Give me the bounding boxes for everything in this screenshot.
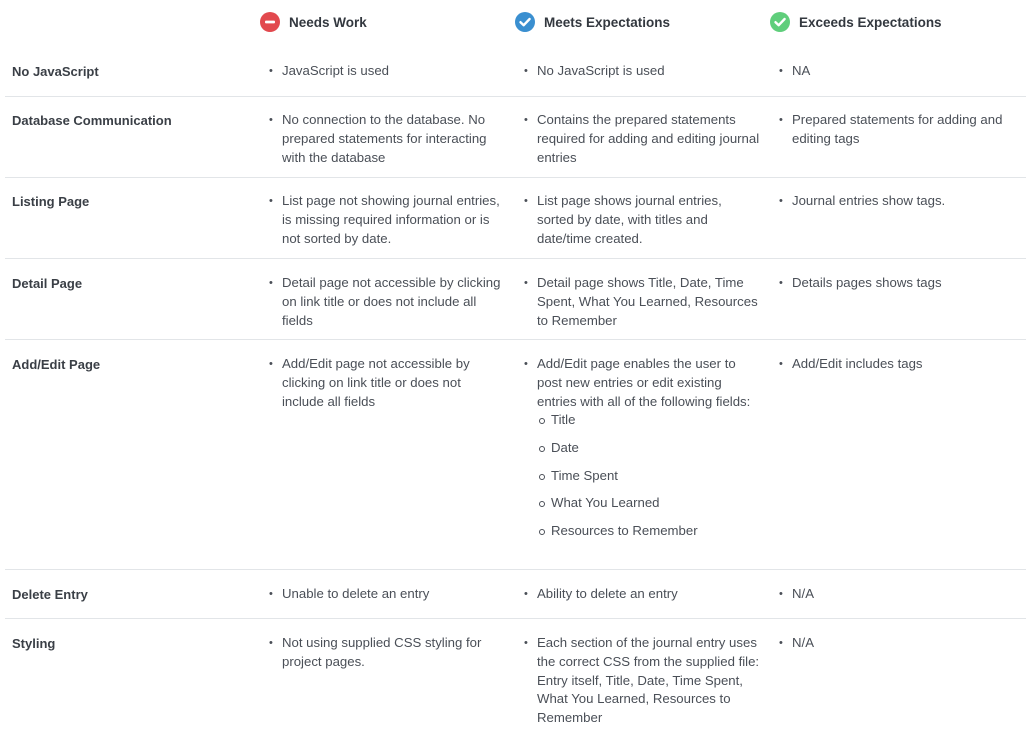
needs-work-cell: • Add/Edit page not accessible by clickin…: [269, 356, 470, 409]
exceeds-cell: • Journal entries show tags.: [779, 193, 946, 208]
check-circle-icon: [515, 12, 535, 32]
meets-cell: • Contains the prepared statements requir…: [524, 112, 760, 165]
criterion-label: Database Communication: [12, 113, 172, 128]
needs-work-label: Needs Work: [289, 14, 367, 30]
list-item: Time Spent: [537, 467, 760, 495]
meets-expectations-label: Meets Expectations: [544, 14, 671, 30]
needs-work-cell: • No connection to the database. No prepa…: [269, 112, 487, 165]
criterion-label: Styling: [12, 636, 56, 651]
rubric-row: No JavaScript • JavaScript is used • No Ja…: [5, 62, 1026, 97]
rubric-row: Add/Edit Page • Add/Edit page not accessi…: [5, 355, 1026, 570]
rubric-row: Detail Page • Detail page not accessible …: [5, 274, 1026, 340]
meets-cell: • No JavaScript is used: [524, 63, 665, 78]
rubric-header: Needs Work Meets Expectations Exceeds Ex…: [0, 0, 1031, 46]
criterion-label: No JavaScript: [12, 64, 99, 79]
meets-cell: • Add/Edit page enables the user to post …: [524, 355, 760, 550]
exceeds-cell: • N/A: [779, 586, 814, 601]
criterion-label: Detail Page: [12, 276, 83, 291]
needs-work-cell: • Detail page not accessible by clicking …: [269, 275, 501, 328]
meets-cell: • Each section of the journal entry uses …: [524, 635, 760, 726]
meets-expectations-header: Meets Expectations: [515, 12, 670, 32]
criterion-label: Listing Page: [12, 194, 90, 209]
needs-work-cell: • Not using supplied CSS styling for proj…: [269, 635, 482, 669]
exceeds-cell: • N/A: [779, 635, 814, 650]
rubric-row: Styling • Not using supplied CSS styling …: [5, 634, 1026, 734]
meets-cell: • List page shows journal entries, sorted…: [524, 193, 722, 246]
needs-work-cell: • List page not showing journal entries, …: [269, 193, 500, 246]
rubric-row: Delete Entry • Unable to delete an entry …: [5, 585, 1026, 619]
needs-work-cell: • Unable to delete an entry: [269, 586, 430, 601]
criterion-label: Add/Edit Page: [12, 357, 101, 372]
needs-work-cell: • JavaScript is used: [269, 63, 390, 78]
meets-cell: • Detail page shows Title, Date, Time Spe…: [524, 275, 758, 328]
exceeds-expectations-header: Exceeds Expectations: [770, 12, 942, 32]
exceeds-cell: • NA: [779, 63, 811, 78]
exceeds-cell: • Details pages shows tags: [779, 275, 942, 290]
list-item: Title: [537, 411, 760, 439]
exceeds-cell: • Prepared statements for adding and edit…: [779, 112, 1003, 146]
list-item: What You Learned: [537, 494, 760, 522]
exceeds-cell: • Add/Edit includes tags: [779, 356, 923, 371]
rubric-row: Database Communication • No connection to…: [5, 111, 1026, 178]
list-item: Date: [537, 439, 760, 467]
check-circle-icon: [770, 12, 790, 32]
required-fields-list: Title Date Time Spent What You Learned R…: [524, 411, 760, 549]
exceeds-expectations-label: Exceeds Expectations: [799, 14, 942, 30]
criterion-label: Delete Entry: [12, 587, 88, 602]
list-item: Resources to Remember: [537, 522, 760, 550]
needs-work-header: Needs Work: [260, 12, 367, 32]
meets-cell: • Ability to delete an entry: [524, 586, 678, 601]
rubric-row: Listing Page • List page not showing jour…: [5, 192, 1026, 259]
minus-circle-icon: [260, 12, 280, 32]
